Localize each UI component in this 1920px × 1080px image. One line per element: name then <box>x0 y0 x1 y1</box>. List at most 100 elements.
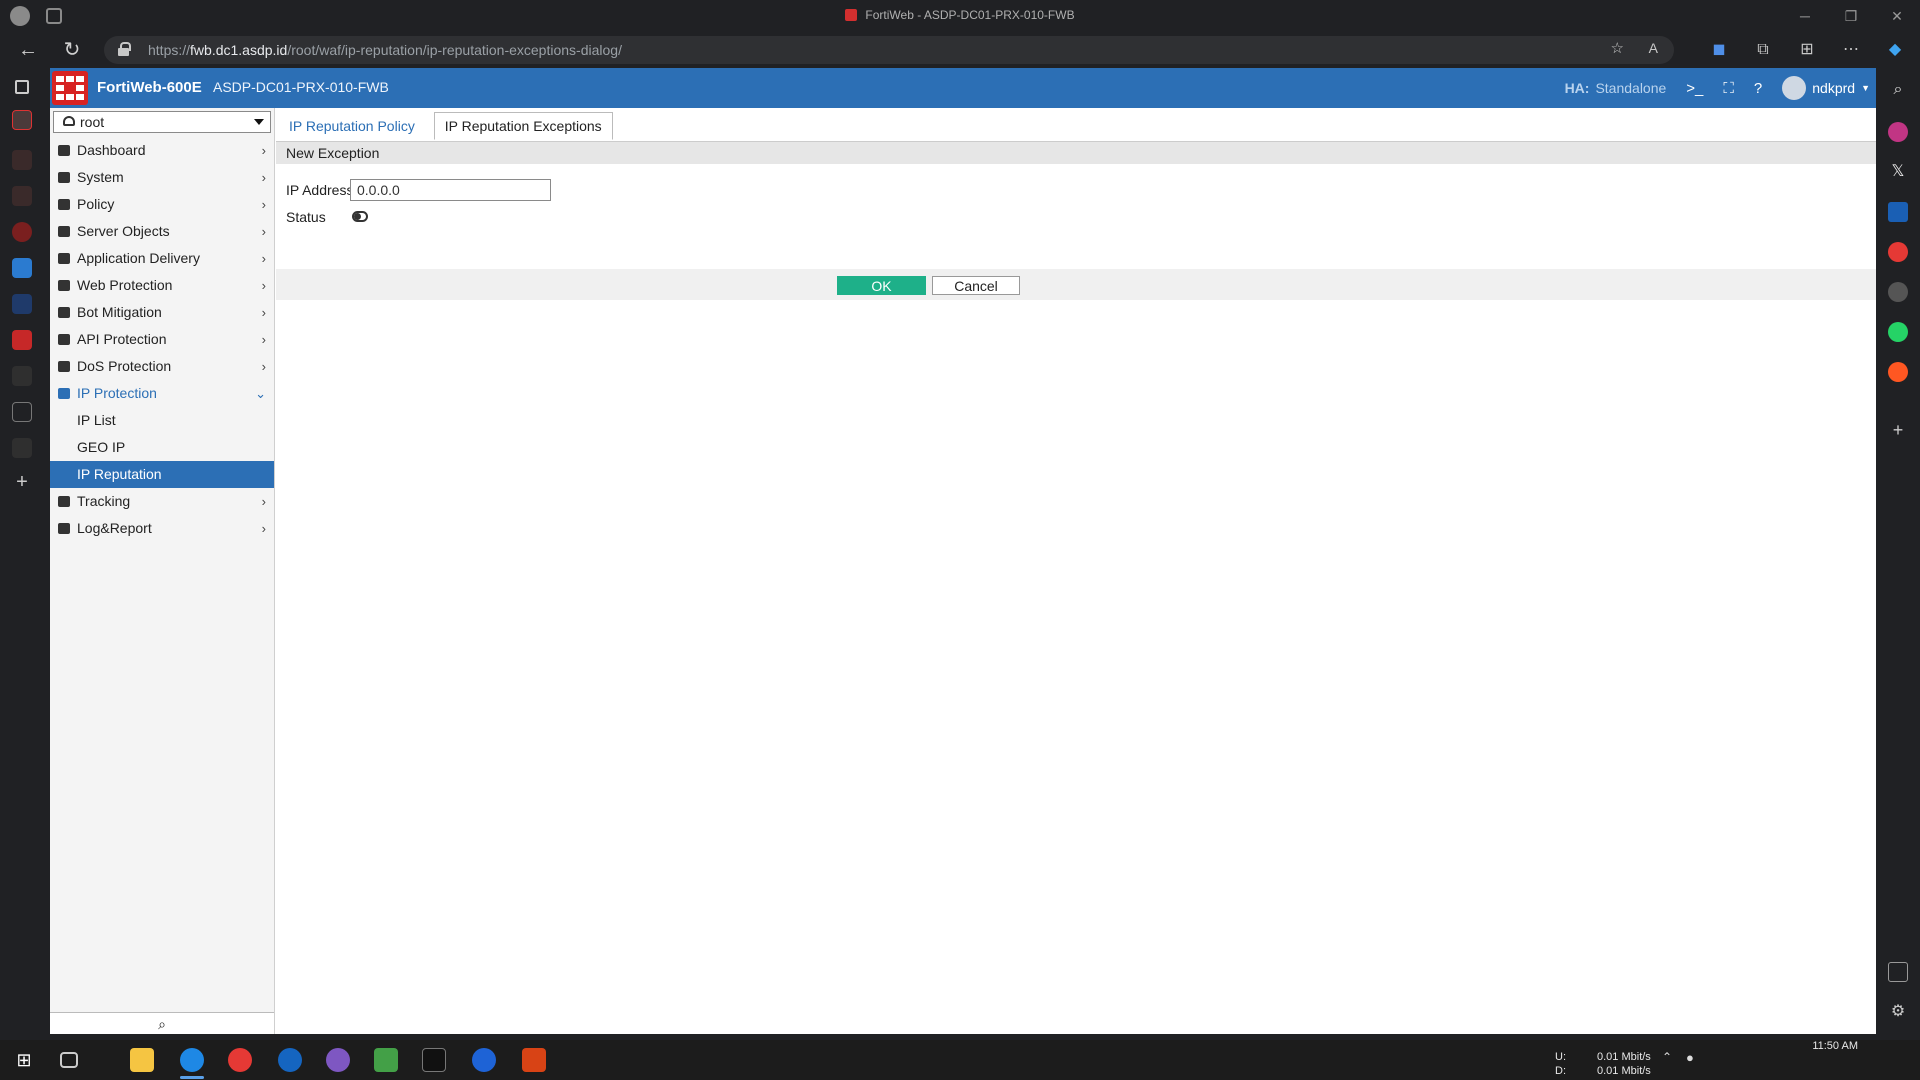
bitwarden-extension-icon[interactable]: ◼ <box>1706 38 1732 62</box>
cube-tab-icon[interactable] <box>12 258 32 278</box>
tab-panel-icon[interactable] <box>15 80 29 94</box>
chevron-right-icon: › <box>261 143 266 158</box>
bot-icon <box>58 307 70 318</box>
caret-down-icon: ▼ <box>1861 83 1870 93</box>
cancel-button[interactable]: Cancel <box>932 276 1020 295</box>
sidebar-item-label: Application Delivery <box>77 250 200 266</box>
refresh-icon[interactable]: ↻ <box>58 38 86 62</box>
chevron-right-icon: › <box>261 359 266 374</box>
document-tab-icon[interactable] <box>12 402 32 422</box>
ha-status: HA: Standalone <box>1565 80 1667 96</box>
chevron-right-icon: › <box>261 251 266 266</box>
sidebar-subitem-geo-ip[interactable]: GEO IP <box>50 434 274 461</box>
active-app-indicator <box>180 1076 204 1079</box>
fortinet-tab-icon[interactable] <box>12 150 32 170</box>
terminal-icon[interactable] <box>422 1048 446 1072</box>
window-controls: ─ ❐ ✕ <box>1782 0 1920 32</box>
chrome-icon[interactable] <box>228 1048 252 1072</box>
spreadsheet-icon[interactable] <box>374 1048 398 1072</box>
x-twitter-icon[interactable]: 𝕏 <box>1888 162 1908 182</box>
copilot-icon[interactable]: ◆ <box>1882 38 1908 62</box>
sidebar-item-bot-mitigation[interactable]: Bot Mitigation › <box>50 299 274 326</box>
menu-search-button[interactable]: ⌕ <box>50 1012 274 1034</box>
task-view-icon[interactable] <box>60 1052 78 1068</box>
reddit-icon[interactable] <box>1888 362 1908 382</box>
sidebar-item-application-delivery[interactable]: Application Delivery › <box>50 245 274 272</box>
url-field[interactable]: https://fwb.dc1.asdp.id/root/waf/ip-repu… <box>104 36 1674 64</box>
lock-icon[interactable] <box>118 42 131 56</box>
search-tab-icon[interactable] <box>12 366 32 386</box>
tab-ip-reputation-exceptions[interactable]: IP Reputation Exceptions <box>433 112 613 140</box>
sidebar-item-web-protection[interactable]: Web Protection › <box>50 272 274 299</box>
snipping-tool-icon[interactable] <box>522 1048 546 1072</box>
sidebar-item-dos-protection[interactable]: DoS Protection › <box>50 353 274 380</box>
sidebar-item-log-report[interactable]: Log&Report › <box>50 515 274 542</box>
help-icon[interactable]: ? <box>1754 80 1762 97</box>
restore-icon[interactable]: ❐ <box>1828 0 1874 32</box>
url-path: /root/waf/ip-reputation/ip-reputation-ex… <box>287 42 622 58</box>
url-host: fwb.dc1.asdp.id <box>190 42 288 58</box>
sidebar-item-dashboard[interactable]: Dashboard › <box>50 137 274 164</box>
chatgpt-icon[interactable] <box>1888 282 1908 302</box>
oracle-tab-icon[interactable] <box>12 222 32 242</box>
zimbra-tab-icon[interactable] <box>12 294 32 314</box>
more-menu-icon[interactable]: ⋯ <box>1838 38 1864 62</box>
sidebar-item-system[interactable]: System › <box>50 164 274 191</box>
sidebar-item-server-objects[interactable]: Server Objects › <box>50 218 274 245</box>
ip-protection-submenu: IP List GEO IP IP Reputation <box>50 407 274 488</box>
youtube-icon[interactable] <box>1888 242 1908 262</box>
sidebar-item-label: Web Protection <box>77 277 173 293</box>
status-label: Status <box>286 209 326 225</box>
ip-address-input[interactable] <box>350 179 551 201</box>
taskbar-clock[interactable]: 11:50 AM <box>1812 1040 1858 1052</box>
close-icon[interactable]: ✕ <box>1874 0 1920 32</box>
sidebar-item-policy[interactable]: Policy › <box>50 191 274 218</box>
fortinet-logo[interactable] <box>52 71 88 105</box>
dig-icon[interactable] <box>1888 202 1908 222</box>
vdom-select[interactable]: root <box>53 111 271 133</box>
sidebar-item-label: Tracking <box>77 493 131 509</box>
sidebar-settings-icon[interactable]: ⚙ <box>1888 1002 1908 1022</box>
fullscreen-icon[interactable]: ⛶ <box>1723 80 1734 97</box>
url-text[interactable]: https://fwb.dc1.asdp.id/root/waf/ip-repu… <box>148 42 622 58</box>
instagram-icon[interactable] <box>1888 122 1908 142</box>
tab-ip-reputation-policy[interactable]: IP Reputation Policy <box>278 112 426 140</box>
extensions-icon[interactable]: ⧉ <box>1750 38 1776 62</box>
lock-icon <box>58 280 70 291</box>
obsidian-icon[interactable] <box>326 1048 350 1072</box>
tray-chevron-up-icon[interactable]: ⌃ <box>1662 1050 1672 1064</box>
cli-console-icon[interactable]: >_ <box>1686 80 1703 97</box>
read-aloud-icon[interactable]: A <box>1649 40 1658 56</box>
sidebar-subitem-label: GEO IP <box>77 439 126 455</box>
skype-icon[interactable] <box>278 1048 302 1072</box>
sidebar-item-api-protection[interactable]: API Protection › <box>50 326 274 353</box>
zoom-icon[interactable] <box>472 1048 496 1072</box>
add-sidebar-app-icon[interactable]: + <box>1888 420 1908 440</box>
sidebar-item-tracking[interactable]: Tracking › <box>50 488 274 515</box>
search-tab-2-icon[interactable] <box>12 438 32 458</box>
chevron-right-icon: › <box>261 197 266 212</box>
sidebar-subitem-ip-list[interactable]: IP List <box>50 407 274 434</box>
sidebar-item-label: System <box>77 169 124 185</box>
microphone-icon[interactable]: ● <box>1686 1050 1694 1065</box>
ok-button[interactable]: OK <box>837 276 926 295</box>
sidebar-item-ip-protection[interactable]: IP Protection ⌄ <box>50 380 274 407</box>
sidebar-subitem-ip-reputation[interactable]: IP Reputation <box>50 461 274 488</box>
status-toggle[interactable] <box>352 211 368 222</box>
fortinet-tab-2-icon[interactable] <box>12 186 32 206</box>
collections-icon[interactable]: ⊞ <box>1794 38 1820 62</box>
screenshot-icon[interactable] <box>1888 962 1908 982</box>
edge-browser-icon[interactable] <box>180 1048 204 1072</box>
back-arrow-icon[interactable]: ← <box>14 38 42 62</box>
user-menu[interactable]: ndkprd ▼ <box>1782 76 1870 100</box>
whatsapp-icon[interactable] <box>1888 322 1908 342</box>
minimize-icon[interactable]: ─ <box>1782 0 1828 32</box>
favorite-star-icon[interactable]: ☆ <box>1611 39 1624 57</box>
new-tab-plus-icon[interactable]: + <box>12 472 32 492</box>
windows-start-icon[interactable]: ⊞ <box>12 1048 36 1072</box>
search-icon[interactable]: ⌕ <box>1888 80 1908 100</box>
gear-icon <box>58 172 70 183</box>
forti-tab-3-icon[interactable] <box>12 330 32 350</box>
file-explorer-icon[interactable] <box>130 1048 154 1072</box>
fortiweb-tab-icon[interactable] <box>12 110 32 130</box>
